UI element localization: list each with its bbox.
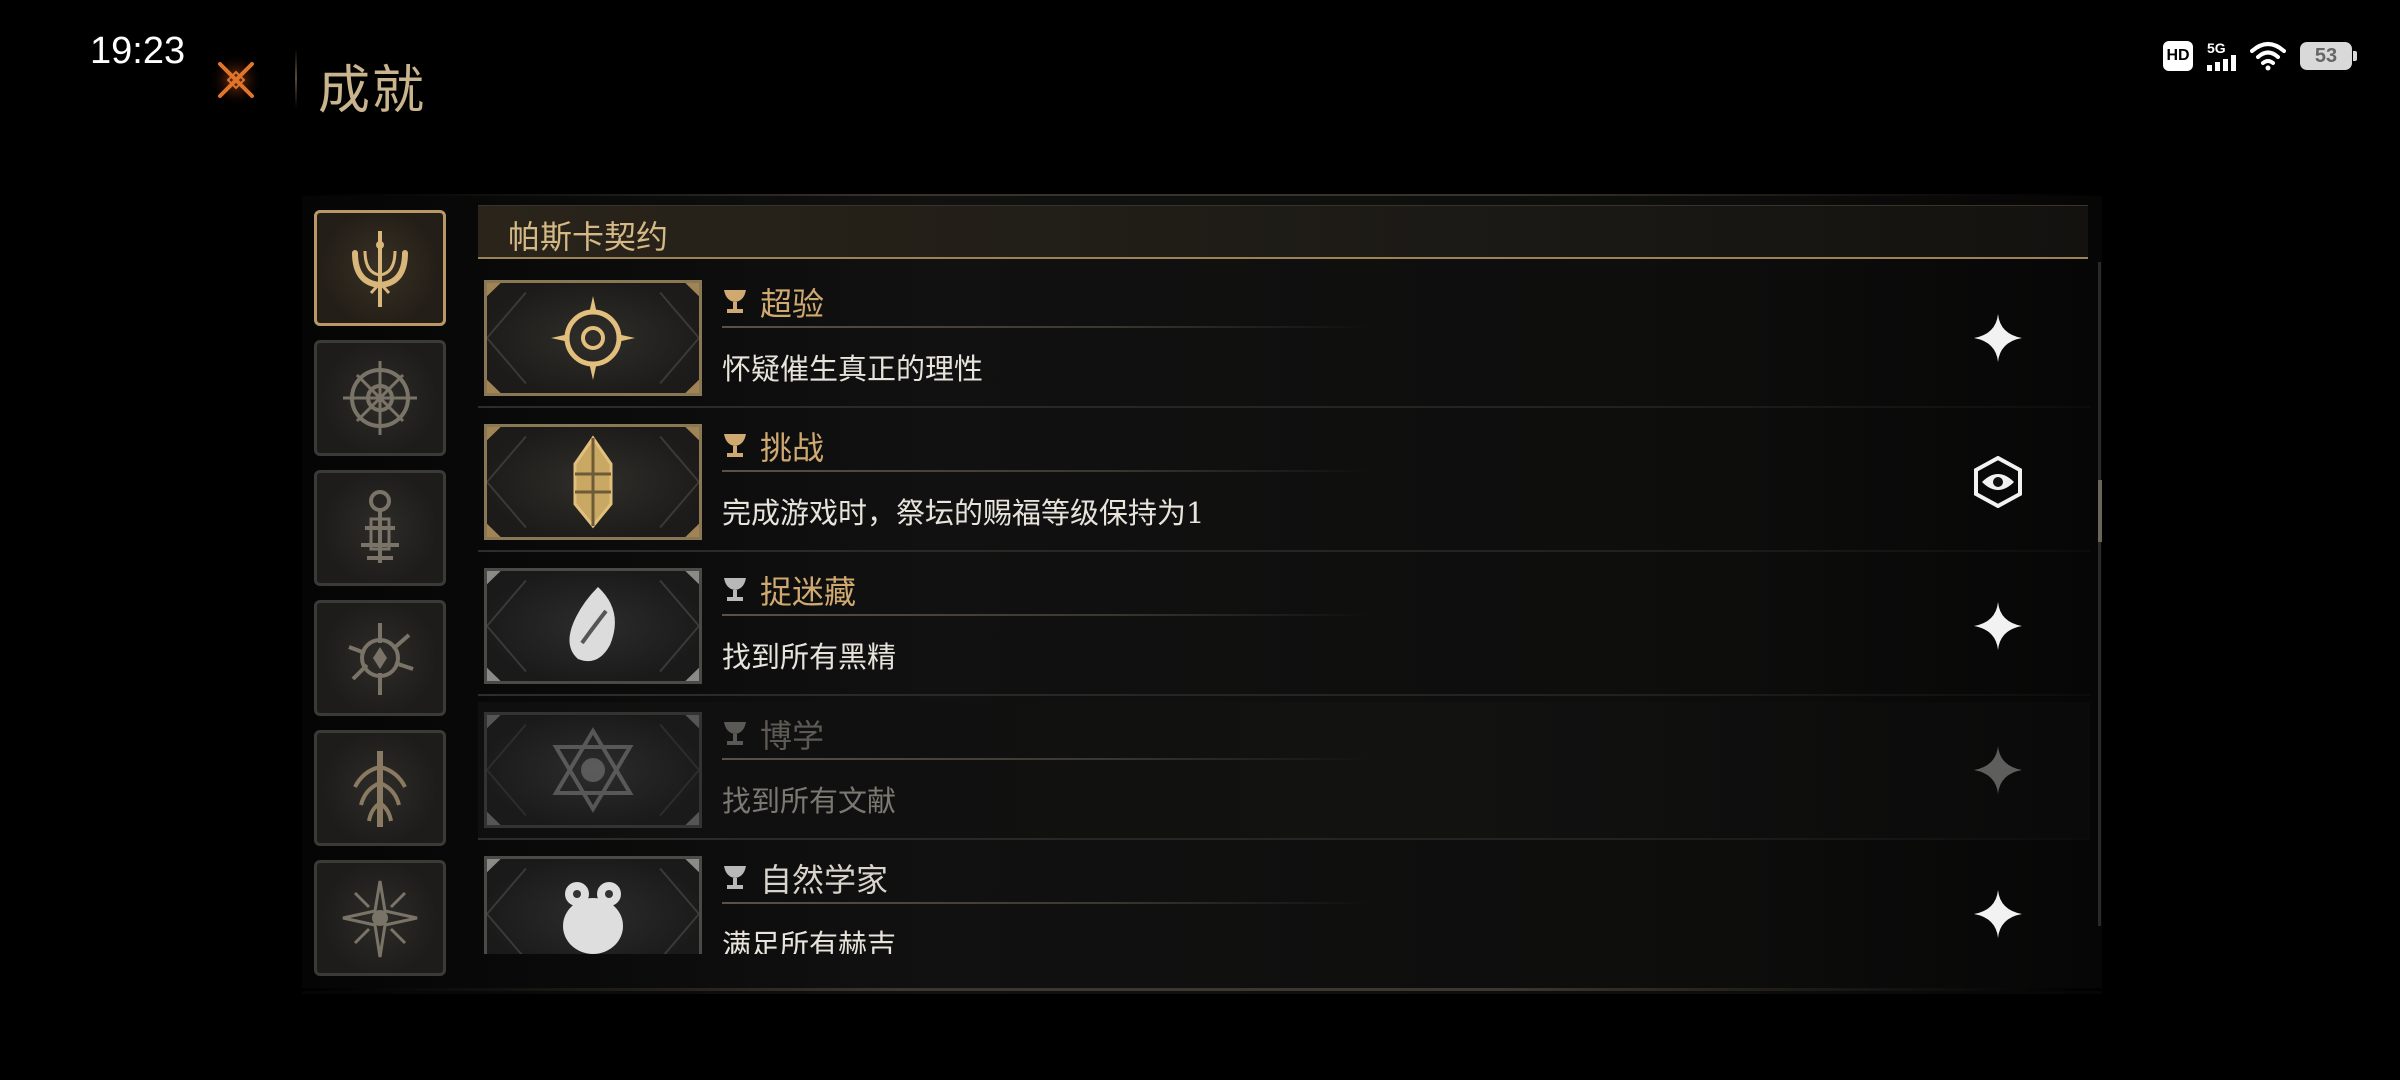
status-indicator: [1972, 600, 2024, 652]
row-divider: [478, 406, 2090, 408]
achievement-title: 超验: [760, 285, 825, 323]
row-divider: [478, 694, 2090, 696]
starburst-sigil-icon: [342, 880, 418, 958]
lantern-sigil-icon: [361, 490, 399, 563]
crosshair-sigil-icon: [551, 296, 635, 380]
sparkle-icon: [1974, 746, 2022, 794]
status-time: 19:23: [90, 30, 186, 72]
trophy-icon: [724, 866, 746, 889]
title-underline: [722, 326, 1372, 328]
seed-sigil-icon: [569, 587, 615, 662]
category-tab-4[interactable]: [314, 600, 446, 716]
battery-icon: 53: [2300, 42, 2357, 70]
category-tab-1[interactable]: [314, 210, 446, 326]
category-tab-2[interactable]: [314, 340, 446, 456]
network-label: 5G: [2207, 40, 2226, 56]
trophy-icon: [724, 578, 746, 601]
achievement-description: 满足所有赫吉: [722, 928, 897, 954]
signal-icon: 5G: [2207, 41, 2236, 71]
page-title: 成就: [318, 61, 427, 121]
achievement-row[interactable]: 超验 怀疑催生真正的理性: [478, 270, 2090, 408]
scrollbar-thumb[interactable]: [2098, 480, 2102, 542]
close-button[interactable]: [206, 50, 266, 110]
section-header: 帕斯卡契约: [478, 205, 2088, 259]
trophy-icon: [724, 290, 746, 313]
achievement-description: 找到所有文献: [722, 784, 897, 818]
status-indicator: [1972, 744, 2024, 796]
achievement-row[interactable]: 挑战 完成游戏时，祭坛的赐福等级保持为1: [478, 414, 2090, 552]
sparkle-icon: [1974, 890, 2022, 938]
achievement-thumbnail: [484, 712, 702, 828]
frog-sigil-icon: [563, 882, 623, 954]
panel-bottom-border: [302, 988, 2102, 991]
title-underline: [722, 902, 1372, 904]
close-icon: [209, 53, 263, 107]
status-indicator: [1972, 312, 2024, 364]
achievement-description: 怀疑催生真正的理性: [722, 352, 984, 386]
achievement-thumbnail: [484, 856, 702, 954]
achievement-thumbnail: [484, 424, 702, 540]
thorn-sigil-icon: [348, 623, 414, 695]
category-tab-3[interactable]: [314, 470, 446, 586]
achievement-list[interactable]: 超验 怀疑催生真正的理性 挑战 完成游戏时，祭坛的赐福等级保持为1 捉迷藏 找到…: [478, 270, 2090, 954]
scrollbar-track[interactable]: [2098, 262, 2101, 926]
section-title: 帕斯卡契约: [508, 218, 669, 256]
achievement-title: 捉迷藏: [760, 573, 857, 611]
title-underline: [722, 614, 1372, 616]
achievement-description: 完成游戏时，祭坛的赐福等级保持为1: [722, 496, 1205, 530]
wifi-icon: [2250, 42, 2286, 71]
status-icons: HD 5G 53: [2163, 36, 2357, 76]
hd-icon: HD: [2163, 41, 2193, 71]
achievement-thumbnail: [484, 280, 702, 396]
title-underline: [722, 758, 1372, 760]
trophy-icon: [724, 434, 746, 457]
achievement-title: 自然学家: [760, 861, 889, 899]
trophy-icon: [724, 722, 746, 745]
achievement-title: 挑战: [760, 429, 825, 467]
achievement-title: 博学: [760, 717, 825, 755]
achievement-row[interactable]: 博学 找到所有文献: [478, 702, 2090, 840]
category-tab-5[interactable]: [314, 730, 446, 846]
eye-emblem-icon: [1974, 456, 2022, 508]
header-divider: [295, 48, 297, 108]
status-indicator: [1972, 888, 2024, 940]
title-underline: [722, 470, 1372, 472]
sparkle-icon: [1974, 314, 2022, 362]
panel-top-border: [302, 194, 2102, 196]
tree-sigil-icon: [353, 751, 407, 827]
row-divider: [478, 550, 2090, 552]
achievement-row[interactable]: 捉迷藏 找到所有黑精: [478, 558, 2090, 696]
achievement-row[interactable]: 自然学家 满足所有赫吉: [478, 846, 2090, 954]
category-tab-6[interactable]: [314, 860, 446, 976]
achievement-description: 找到所有黑精: [722, 640, 897, 674]
achievement-thumbnail: [484, 568, 702, 684]
hexagram-sigil-icon: [552, 727, 634, 813]
ornate-arch-icon: [352, 231, 408, 307]
row-divider: [478, 838, 2090, 840]
crystal-sigil-icon: [573, 435, 613, 529]
status-indicator: [1972, 456, 2024, 508]
compass-sigil-icon: [343, 361, 417, 435]
sparkle-icon: [1974, 602, 2022, 650]
